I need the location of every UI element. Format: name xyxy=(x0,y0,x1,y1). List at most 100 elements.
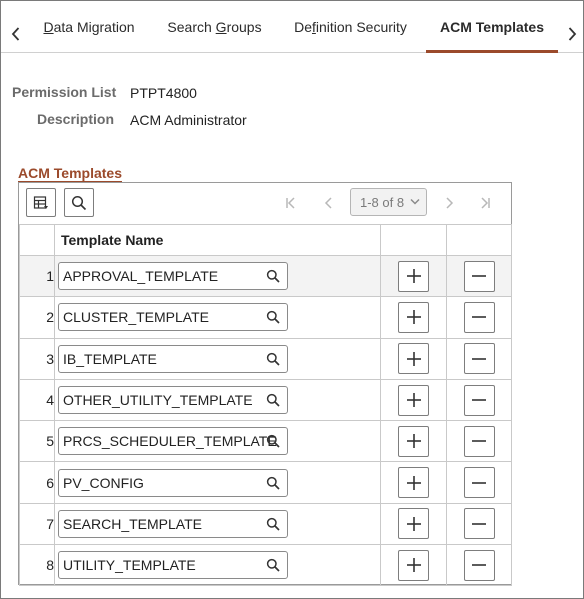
grid-title: ACM Templates xyxy=(18,165,122,182)
add-row-cell xyxy=(380,461,447,504)
tab-acm-templates[interactable]: ACM Templates xyxy=(426,1,558,53)
template-name-input[interactable]: SEARCH_TEMPLATE xyxy=(58,509,288,538)
add-row-button[interactable] xyxy=(398,508,429,540)
row-number: 1 xyxy=(19,254,55,298)
delete-row-button[interactable] xyxy=(463,384,495,416)
tab-definition-security[interactable]: Definition Security xyxy=(294,1,407,53)
previous-page-button[interactable] xyxy=(319,193,339,213)
add-row-button[interactable] xyxy=(398,343,429,375)
page-frame: Data Migration Search Groups Definition … xyxy=(0,0,584,599)
template-name-cell: IB_TEMPLATE xyxy=(54,337,381,380)
template-name-header: Template Name xyxy=(54,224,381,256)
delete-row-button[interactable] xyxy=(463,467,495,499)
add-row-button[interactable] xyxy=(398,260,429,292)
add-row-cell xyxy=(380,378,447,422)
access-key-char: f xyxy=(311,19,316,35)
table-row: 7 SEARCH_TEMPLATE xyxy=(19,502,512,546)
delete-row-button[interactable] xyxy=(463,508,495,540)
templates-table: Template Name 1 APPROVAL_TEMPLATE 2 CLUS… xyxy=(19,224,512,587)
lookup-search-icon[interactable] xyxy=(266,269,280,283)
template-name-input[interactable]: CLUSTER_TEMPLATE xyxy=(58,303,288,332)
tab-data-migration[interactable]: Data Migration xyxy=(43,1,134,53)
add-row-button[interactable] xyxy=(398,425,429,457)
plus-icon xyxy=(406,516,421,531)
delete-row-button[interactable] xyxy=(463,301,495,333)
tab-search-groups[interactable]: Search Groups xyxy=(167,1,261,53)
delete-row-cell xyxy=(446,420,512,463)
page-range-select[interactable]: 1-8 of 8 xyxy=(350,188,427,216)
lookup-search-icon[interactable] xyxy=(266,517,280,531)
add-row-button[interactable] xyxy=(398,301,429,333)
grid-search-button[interactable] xyxy=(64,188,94,217)
template-name-value: UTILITY_TEMPLATE xyxy=(63,557,196,574)
tab-label: ACM Templates xyxy=(440,19,544,35)
table-row: 5 PRCS_SCHEDULER_TEMPLATE xyxy=(19,420,512,463)
template-name-input[interactable]: UTILITY_TEMPLATE xyxy=(58,551,288,580)
personalize-grid-button[interactable] xyxy=(26,188,56,217)
delete-row-cell xyxy=(446,378,512,422)
table-row: 2 CLUSTER_TEMPLATE xyxy=(19,296,512,339)
minus-icon xyxy=(472,481,486,484)
lookup-search-icon[interactable] xyxy=(266,310,280,325)
delete-row-button[interactable] xyxy=(463,425,495,457)
lookup-search-icon[interactable] xyxy=(266,352,280,366)
table-row: 4 OTHER_UTILITY_TEMPLATE xyxy=(19,378,512,422)
minus-icon xyxy=(472,399,486,401)
template-name-cell: PV_CONFIG xyxy=(54,461,381,504)
lookup-search-icon[interactable] xyxy=(266,476,280,490)
lookup-search-icon[interactable] xyxy=(266,393,280,407)
minus-icon xyxy=(472,357,486,360)
template-name-cell: PRCS_SCHEDULER_TEMPLATE xyxy=(54,420,381,463)
add-row-cell xyxy=(380,254,447,298)
add-row-cell xyxy=(380,337,447,380)
minus-icon xyxy=(472,440,486,443)
delete-row-button[interactable] xyxy=(463,260,495,292)
chevron-right-icon xyxy=(446,197,454,209)
delete-row-button[interactable] xyxy=(463,549,495,581)
delete-row-cell xyxy=(446,544,512,587)
grid-toolbar: 1-8 of 8 xyxy=(19,183,511,223)
row-number: 5 xyxy=(19,420,55,463)
tab-label: Data Migration xyxy=(43,19,135,35)
lookup-search-icon[interactable] xyxy=(266,558,280,572)
minus-icon xyxy=(472,316,486,319)
last-page-button[interactable] xyxy=(475,193,495,213)
next-page-button[interactable] xyxy=(439,193,459,213)
last-page-icon xyxy=(481,197,490,209)
template-name-value: SEARCH_TEMPLATE xyxy=(63,515,202,532)
row-number: 6 xyxy=(19,461,55,504)
template-name-input[interactable]: APPROVAL_TEMPLATE xyxy=(58,262,288,291)
add-row-button[interactable] xyxy=(398,549,429,581)
add-row-button[interactable] xyxy=(398,467,429,499)
minus-icon xyxy=(472,275,486,277)
template-name-value: PRCS_SCHEDULER_TEMPLATE xyxy=(63,433,277,450)
delete-row-cell xyxy=(446,337,512,380)
description-value: ACM Administrator xyxy=(130,112,247,128)
row-number: 7 xyxy=(19,502,55,546)
template-name-cell: CLUSTER_TEMPLATE xyxy=(54,296,381,339)
lookup-search-icon[interactable] xyxy=(266,434,280,448)
first-page-button[interactable] xyxy=(281,193,301,213)
plus-icon xyxy=(406,393,421,408)
table-row: 1 APPROVAL_TEMPLATE xyxy=(19,254,512,298)
permission-list-label: Permission List xyxy=(12,84,117,100)
minus-icon xyxy=(472,523,486,525)
add-row-cell xyxy=(380,544,447,587)
template-name-input[interactable]: PRCS_SCHEDULER_TEMPLATE xyxy=(58,427,288,456)
add-row-cell xyxy=(380,502,447,546)
row-number-header xyxy=(19,224,55,256)
add-row-cell xyxy=(380,420,447,463)
table-row: 3 IB_TEMPLATE xyxy=(19,337,512,380)
template-name-input[interactable]: PV_CONFIG xyxy=(58,468,288,497)
template-name-cell: SEARCH_TEMPLATE xyxy=(54,502,381,546)
delete-row-button[interactable] xyxy=(463,343,495,375)
add-row-button[interactable] xyxy=(398,384,429,416)
template-name-value: APPROVAL_TEMPLATE xyxy=(63,268,219,285)
permission-list-value: PTPT4800 xyxy=(130,85,197,101)
delete-column-header xyxy=(446,224,512,256)
access-key-char: D xyxy=(43,19,54,35)
tab-scroll-left-button[interactable] xyxy=(9,23,23,45)
template-name-input[interactable]: IB_TEMPLATE xyxy=(58,344,288,373)
tab-scroll-right-button[interactable] xyxy=(565,23,579,45)
template-name-input[interactable]: OTHER_UTILITY_TEMPLATE xyxy=(58,386,288,415)
